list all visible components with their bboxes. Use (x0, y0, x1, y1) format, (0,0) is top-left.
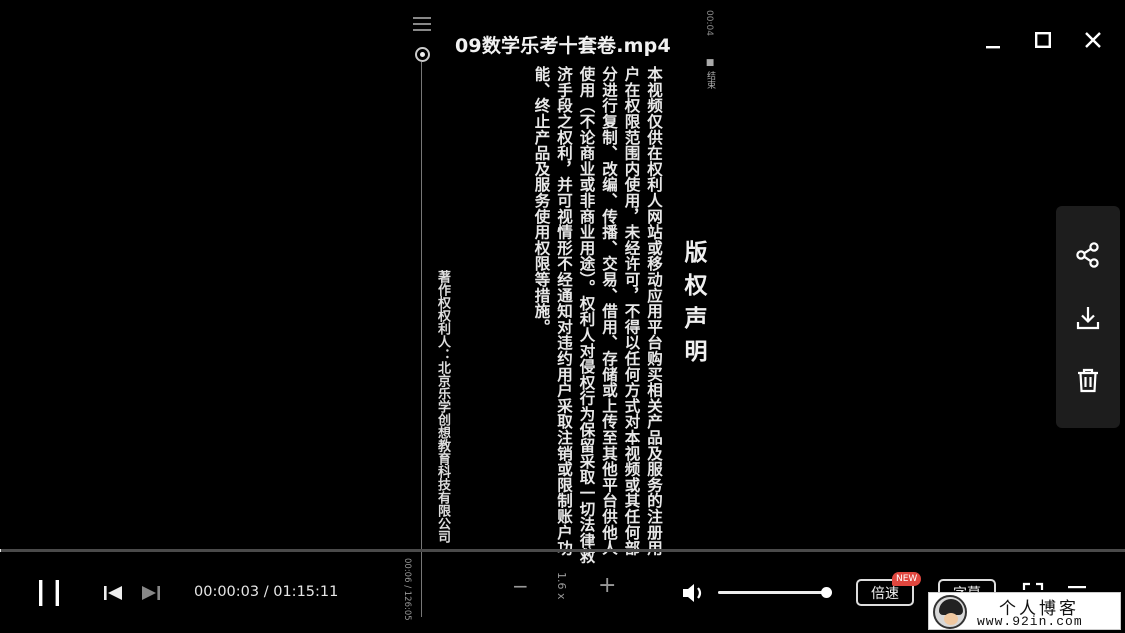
progress-fill (0, 549, 1, 552)
new-badge: NEW (892, 572, 922, 586)
doc-slider-knob (415, 47, 430, 62)
doc-plus: + (598, 573, 617, 598)
share-button[interactable] (1070, 237, 1106, 273)
pause-button[interactable] (32, 576, 66, 610)
current-time: 00:00:03 (194, 584, 260, 600)
doc-slider-line (421, 62, 422, 617)
watermark-logo (933, 595, 967, 629)
progress-bar[interactable] (0, 549, 1125, 552)
download-button[interactable] (1070, 300, 1106, 336)
share-icon (1076, 242, 1099, 268)
volume-slider[interactable] (718, 587, 832, 598)
maximize-icon (1035, 32, 1052, 49)
doc-speed: 1.6 x (555, 572, 568, 600)
doc-end-label: ■ 结束 (705, 58, 715, 89)
volume-fill (718, 591, 826, 594)
next-icon (142, 586, 160, 600)
watermark: 个人博客 www.92in.com (928, 592, 1121, 630)
doc-counter: 00:06 / 126:05 (402, 558, 412, 621)
doc-time-top: 00:04 (704, 10, 714, 36)
doc-owner: 著作权权利人：北京乐学创想教育科技有限公司 (435, 270, 450, 543)
minimize-icon (986, 46, 1000, 49)
minimize-button[interactable] (979, 26, 1007, 54)
maximize-button[interactable] (1029, 26, 1057, 54)
previous-icon (104, 586, 122, 600)
time-separator: / (263, 584, 269, 600)
doc-body: 本视频仅供在权利人网站或移动应用平台购买相关产品及服务的注册用户在权限范围内使用… (532, 66, 664, 564)
menu-icon (413, 17, 431, 31)
side-panel (1056, 206, 1120, 428)
volume-knob[interactable] (821, 587, 832, 598)
time-display: 00:00:03 / 01:15:11 (194, 584, 338, 600)
video-frame[interactable]: 00:04 ■ 结束 版权声明 本视频仅供在权利人网站或移动应用平台购买相关产品… (0, 0, 1125, 617)
close-icon (1085, 32, 1101, 48)
volume-icon (683, 584, 702, 602)
total-time: 01:15:11 (273, 584, 339, 600)
volume-button[interactable] (680, 580, 708, 606)
close-button[interactable] (1079, 26, 1107, 54)
watermark-url: www.92in.com (977, 614, 1083, 629)
download-icon (1076, 307, 1100, 330)
window-title: 09数学乐考十套卷.mp4 (455, 35, 671, 57)
next-button[interactable] (138, 580, 164, 606)
trash-icon (1078, 368, 1098, 393)
doc-minus: − (512, 574, 529, 598)
doc-title: 版权声明 (680, 240, 706, 372)
delete-button[interactable] (1070, 362, 1106, 398)
previous-button[interactable] (100, 580, 126, 606)
pause-icon (39, 580, 59, 606)
